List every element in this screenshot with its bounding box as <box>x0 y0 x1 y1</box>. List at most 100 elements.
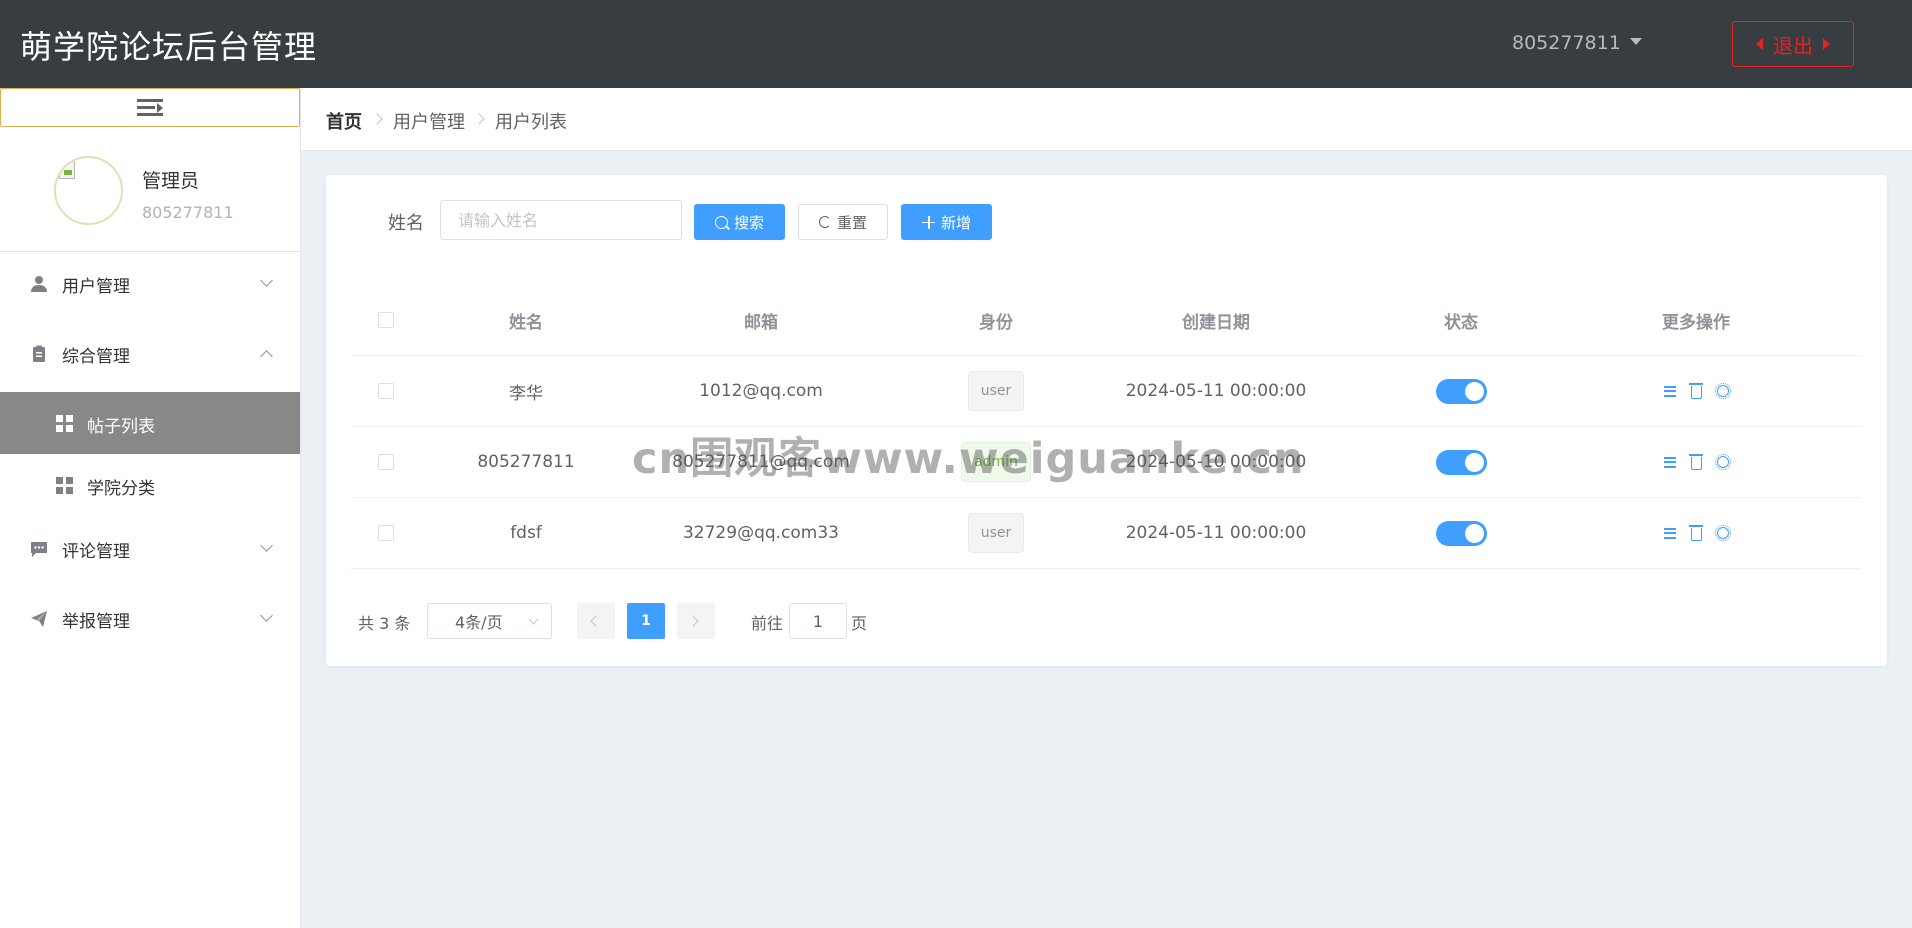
cell-email: 32729@qq.com33 <box>682 523 839 543</box>
delete-icon[interactable] <box>1688 525 1703 541</box>
send-icon <box>31 611 47 627</box>
clipboard-icon <box>33 345 45 362</box>
sidebar-item-label: 评论管理 <box>62 542 130 562</box>
chevron-left-icon <box>590 615 602 627</box>
breadcrumb-home[interactable]: 首页 <box>326 108 362 134</box>
pagination-total: 共 3 条 <box>358 614 411 633</box>
logout-label: 退出 <box>1773 33 1813 58</box>
reset-button[interactable]: 重置 <box>798 204 888 240</box>
username-label: 805277811 <box>1512 32 1621 54</box>
cell-created: 2024-05-11 00:00:00 <box>1125 381 1307 401</box>
name-filter-label: 姓名 <box>388 213 424 234</box>
column-header-created[interactable]: 创建日期 <box>1081 285 1351 355</box>
column-header-actions: 更多操作 <box>1662 312 1730 333</box>
reset-button-label: 重置 <box>836 213 867 232</box>
cell-role: user <box>911 356 1081 426</box>
chevron-down-icon <box>260 274 273 287</box>
avatar <box>54 156 123 225</box>
role-badge: admin <box>961 442 1031 482</box>
caret-down-icon <box>1629 38 1642 45</box>
top-header: 萌学院论坛后台管理 805277811 退出 <box>0 0 1912 88</box>
grid-icon <box>56 477 73 494</box>
sidebar-item-label: 学院分类 <box>87 479 155 499</box>
add-button[interactable]: 新增 <box>901 204 992 240</box>
table-row: 805277811 805277811@qq.com admin 2024-05… <box>351 427 1861 498</box>
sidebar-item-comment-management[interactable]: 评论管理 <box>0 519 300 579</box>
cell-actions <box>1571 427 1821 497</box>
page-number-current[interactable]: 1 <box>627 603 665 639</box>
content-card: 姓名 搜索 重置 新增 姓名 邮箱 身份 创建日期 状态 更多操作 李华 101… <box>326 175 1887 666</box>
table-row: 李华 1012@qq.com user 2024-05-11 00:00:00 <box>351 356 1861 427</box>
user-icon <box>31 276 47 292</box>
sidebar-item-user-management[interactable]: 用户管理 <box>0 254 300 314</box>
sidebar-item-college-category[interactable]: 学院分类 <box>0 454 300 516</box>
detail-list-icon[interactable] <box>1663 456 1676 468</box>
grid-icon <box>56 415 73 432</box>
column-header-role[interactable]: 身份 <box>911 285 1081 355</box>
cell-created: 2024-05-10 00:00:00 <box>1125 452 1307 472</box>
add-button-label: 新增 <box>940 213 971 232</box>
sidebar-item-post-list[interactable]: 帖子列表 <box>0 392 300 454</box>
cell-actions <box>1571 498 1821 568</box>
select-all-checkbox[interactable] <box>378 312 394 328</box>
cell-status <box>1351 356 1571 426</box>
cell-role: admin <box>911 427 1081 497</box>
goto-suffix: 页 <box>851 614 868 633</box>
plus-icon <box>921 215 935 229</box>
chevron-right-icon <box>473 113 485 125</box>
broken-image-icon <box>59 161 75 179</box>
row-checkbox[interactable] <box>378 454 394 470</box>
goto-prefix: 前往 <box>751 614 784 633</box>
settings-icon[interactable] <box>1714 383 1731 399</box>
search-icon <box>714 215 728 229</box>
app-title: 萌学院论坛后台管理 <box>20 28 318 66</box>
next-page-button[interactable] <box>677 603 715 639</box>
breadcrumb-user-management[interactable]: 用户管理 <box>393 108 465 134</box>
profile-uid: 805277811 <box>142 203 234 222</box>
goto-page-input[interactable] <box>789 603 847 639</box>
sidebar-item-label: 帖子列表 <box>87 417 155 437</box>
comment-icon <box>31 542 47 557</box>
row-checkbox[interactable] <box>378 525 394 541</box>
detail-list-icon[interactable] <box>1663 527 1676 539</box>
chevron-down-icon <box>260 609 273 622</box>
page-size-select[interactable]: 4条/页 <box>427 603 552 639</box>
pagination: 共 3 条 4条/页 1 前往 页 <box>326 603 1887 639</box>
settings-icon[interactable] <box>1714 525 1731 541</box>
cell-created: 2024-05-11 00:00:00 <box>1125 523 1307 543</box>
search-button-label: 搜索 <box>733 213 764 232</box>
delete-icon[interactable] <box>1688 454 1703 470</box>
user-dropdown[interactable]: 805277811 <box>1512 32 1642 54</box>
menu-fold-icon <box>137 98 163 117</box>
prev-page-button[interactable] <box>577 603 615 639</box>
settings-icon[interactable] <box>1714 454 1731 470</box>
profile-role: 管理员 <box>142 170 200 192</box>
logout-button[interactable]: 退出 <box>1732 21 1854 67</box>
chevron-right-icon <box>371 113 383 125</box>
chevron-up-icon <box>260 350 273 363</box>
cell-actions <box>1571 356 1821 426</box>
search-button[interactable]: 搜索 <box>694 204 785 240</box>
status-toggle[interactable] <box>1435 520 1487 546</box>
cell-email: 1012@qq.com <box>699 381 823 401</box>
page-size-value: 4条/页 <box>455 613 503 632</box>
role-badge: user <box>967 513 1025 553</box>
sidebar-item-report-management[interactable]: 举报管理 <box>0 589 300 649</box>
column-header-email[interactable]: 邮箱 <box>611 285 911 355</box>
detail-list-icon[interactable] <box>1663 385 1676 397</box>
status-toggle[interactable] <box>1435 378 1487 404</box>
sidebar-collapse-button[interactable] <box>0 88 300 127</box>
sidebar-item-general-management[interactable]: 综合管理 <box>0 324 300 384</box>
cell-status <box>1351 498 1571 568</box>
refresh-icon <box>818 216 831 228</box>
status-toggle[interactable] <box>1435 449 1487 475</box>
delete-icon[interactable] <box>1688 383 1703 399</box>
name-search-input[interactable] <box>440 200 682 240</box>
chevron-down-icon <box>260 539 273 552</box>
column-header-status[interactable]: 状态 <box>1351 285 1571 355</box>
row-checkbox[interactable] <box>378 383 394 399</box>
cell-name: 李华 <box>509 383 543 404</box>
breadcrumb-user-list: 用户列表 <box>495 112 567 133</box>
cell-name: fdsf <box>510 523 542 543</box>
column-header-name[interactable]: 姓名 <box>441 285 611 355</box>
